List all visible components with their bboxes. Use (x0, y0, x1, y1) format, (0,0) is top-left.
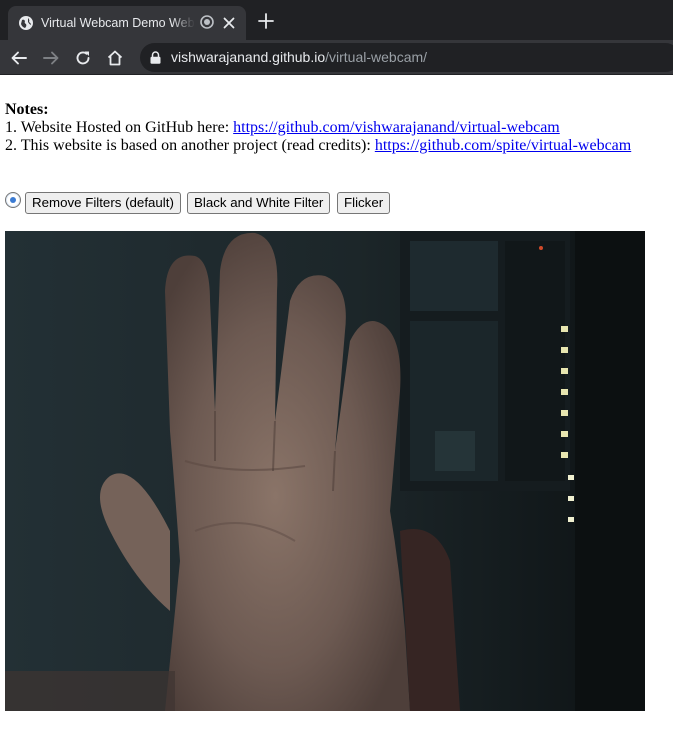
window-pane (410, 241, 498, 311)
note-line-2: 2. This website is based on another proj… (5, 137, 665, 155)
browser-tab[interactable]: Virtual Webcam Demo Website (8, 6, 246, 40)
notes-section: Notes: 1. Website Hosted on GitHub here:… (5, 101, 665, 155)
remove-filters-button[interactable]: Remove Filters (default) (25, 192, 181, 214)
black-white-filter-button[interactable]: Black and White Filter (187, 192, 331, 214)
forward-arrow-icon[interactable] (41, 48, 61, 68)
webcam-video (5, 231, 645, 711)
wall (575, 231, 645, 711)
window-pane (505, 241, 565, 481)
radio-dot (10, 197, 16, 203)
credits-link[interactable]: https://github.com/spite/virtual-webcam (375, 137, 631, 154)
note-line-1: 1. Website Hosted on GitHub here: https:… (5, 119, 665, 137)
browser-tab-bar: Virtual Webcam Demo Website (0, 0, 673, 40)
github-repo-link[interactable]: https://github.com/vishwarajanand/virtua… (233, 119, 560, 136)
note-text: 1. Website Hosted on GitHub here: (5, 119, 234, 136)
close-icon[interactable] (220, 14, 238, 32)
browser-toolbar: vishwarajanand.github.io/virtual-webcam/ (0, 40, 673, 75)
lock-icon[interactable] (150, 51, 161, 64)
foreground (5, 671, 175, 711)
home-icon[interactable] (105, 48, 125, 68)
globe-icon (19, 16, 33, 30)
recording-indicator-icon (200, 15, 214, 29)
reload-icon[interactable] (73, 48, 93, 68)
address-bar[interactable]: vishwarajanand.github.io/virtual-webcam/ (140, 43, 673, 72)
filter-radio[interactable] (5, 192, 21, 208)
notes-heading: Notes: (5, 101, 49, 118)
plus-icon[interactable] (256, 11, 276, 31)
filter-controls: Remove Filters (default) Black and White… (5, 192, 665, 214)
url-path: /virtual-webcam/ (325, 49, 428, 65)
back-arrow-icon[interactable] (9, 48, 29, 68)
flicker-button[interactable]: Flicker (337, 192, 391, 214)
tab-title: Virtual Webcam Demo Website (41, 16, 195, 30)
url-text[interactable]: vishwarajanand.github.io/virtual-webcam/ (171, 48, 427, 66)
webcam-frame (5, 231, 645, 711)
url-host: vishwarajanand.github.io (171, 49, 326, 65)
note-text: 2. This website is based on another proj… (5, 137, 375, 154)
